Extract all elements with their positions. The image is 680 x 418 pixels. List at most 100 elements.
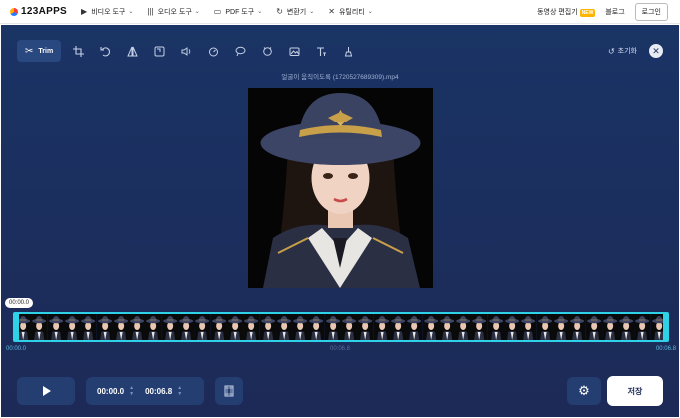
filmstrip-thumbnail (553, 314, 570, 340)
stabilize-icon[interactable] (256, 40, 278, 62)
trim-start-handle[interactable] (13, 312, 19, 342)
chevron-down-icon: ⌄ (257, 9, 263, 15)
trim-end-handle[interactable] (663, 312, 669, 342)
filmstrip-thumbnail (129, 314, 146, 340)
nav-video-tools[interactable]: ▶ 비디오 도구 ⌄ (81, 7, 133, 17)
timeline-start-label: 00:00.0 (6, 346, 27, 352)
filmstrip-thumbnail (161, 314, 178, 340)
video-icon: ▶ (81, 7, 88, 16)
loop-icon[interactable] (229, 40, 251, 62)
filmstrip-thumbnail (210, 314, 227, 340)
filmstrip-thumbnail (520, 314, 537, 340)
filmstrip-thumbnail (341, 314, 358, 340)
save-button[interactable]: 저장 (607, 376, 663, 406)
nav-converter[interactable]: ↻ 변환기 ⌄ (276, 7, 314, 17)
timeline-filmstrip[interactable] (15, 312, 667, 342)
nav-audio-tools[interactable]: ||| 오디오 도구 ⌄ (147, 7, 199, 17)
chevron-down-icon[interactable]: ▼ (177, 391, 182, 397)
reset-label: 초기화 (617, 48, 637, 55)
reset-icon: ↺ (607, 46, 615, 56)
nav-label: 오디오 도구 (157, 8, 192, 16)
nav-label: 변환기 (286, 8, 307, 16)
crop-icon[interactable] (67, 40, 89, 62)
volume-icon[interactable] (175, 40, 197, 62)
new-badge: NEW (579, 9, 596, 17)
filmstrip-thumbnail (357, 314, 374, 340)
filmstrip-thumbnail (275, 314, 292, 340)
filmstrip-thumbnail (487, 314, 504, 340)
audio-icon: ||| (147, 7, 154, 16)
video-preview (248, 88, 433, 288)
chevron-down-icon: ⌄ (128, 9, 134, 15)
start-time-stepper[interactable]: ▲ ▼ (129, 385, 134, 397)
convert-icon: ↻ (276, 7, 283, 16)
filmstrip-thumbnail (64, 314, 81, 340)
filmstrip-thumbnail (259, 314, 276, 340)
nav-utilities[interactable]: ✕ 유틸리티 ⌄ (328, 7, 373, 17)
end-time-stepper[interactable]: ▲ ▼ (177, 385, 182, 397)
filmstrip-thumbnail (406, 314, 423, 340)
scissors-icon: ✂ (25, 45, 34, 57)
filmstrip-thumbnail (145, 314, 162, 340)
chevron-down-icon: ⌄ (367, 9, 373, 15)
filmstrip-thumbnail (96, 314, 113, 340)
close-button[interactable]: ✕ (649, 44, 663, 58)
filmstrip-thumbnail (455, 314, 472, 340)
filmstrip-thumbnail (390, 314, 407, 340)
play-button[interactable] (17, 377, 75, 405)
nav-blog[interactable]: 블로그 (605, 7, 624, 17)
filmstrip-thumbnail (585, 314, 602, 340)
filmstrip-thumbnail (178, 314, 195, 340)
top-nav: 123APPS ▶ 비디오 도구 ⌄ ||| 오디오 도구 ⌄ ▭ PDF 도구… (0, 0, 680, 24)
filmstrip-thumbnail (601, 314, 618, 340)
rotate-icon[interactable] (94, 40, 116, 62)
filmstrip-thumbnail (324, 314, 341, 340)
close-icon: ✕ (652, 45, 660, 56)
playhead-time-tag: 00:00.0 (5, 298, 34, 308)
timeline-mid-label: 00:06.8 (330, 346, 351, 352)
split-mode-button[interactable] (215, 377, 243, 405)
pdf-icon: ▭ (213, 7, 222, 16)
filmstrip-thumbnail (227, 314, 244, 340)
editor-link-label: 동영상 편집기 (537, 9, 578, 16)
settings-button[interactable]: ⚙ (567, 377, 601, 405)
chevron-down-icon: ⌄ (309, 9, 315, 15)
editor-panel: ✂ Trim ↺ 초기화 ✕ 얼굴이 움직이도록 (1720527689309)… (1, 25, 679, 417)
trim-tool-button[interactable]: ✂ Trim (17, 40, 62, 62)
nav-label: PDF 도구 (225, 8, 255, 16)
chevron-down-icon[interactable]: ▼ (129, 391, 134, 397)
logo[interactable]: 123APPS (10, 6, 67, 17)
filmstrip-thumbnail (422, 314, 439, 340)
resize-icon[interactable] (148, 40, 170, 62)
editor-toolbar: ✂ Trim (17, 40, 364, 62)
filmstrip-thumbnail (438, 314, 455, 340)
play-icon (43, 386, 51, 396)
film-icon (224, 385, 234, 397)
login-button[interactable]: 로그인 (634, 3, 668, 21)
image-icon[interactable] (283, 40, 305, 62)
speed-icon[interactable] (202, 40, 224, 62)
filmstrip-thumbnail (112, 314, 129, 340)
watermark-icon[interactable] (337, 40, 359, 62)
trim-label: Trim (38, 47, 54, 55)
filmstrip-thumbnail (504, 314, 521, 340)
filmstrip-thumbnail (536, 314, 553, 340)
filmstrip-thumbnail (31, 314, 48, 340)
logo-icon (10, 7, 18, 16)
tools-icon: ✕ (328, 7, 335, 16)
nav-video-editor[interactable]: 동영상 편집기 NEW (537, 7, 596, 17)
nav-label: 비디오 도구 (91, 8, 126, 16)
flip-icon[interactable] (121, 40, 143, 62)
reset-button[interactable]: ↺ 초기화 (608, 46, 637, 56)
nav-pdf-tools[interactable]: ▭ PDF 도구 ⌄ (214, 7, 262, 17)
filmstrip-thumbnail (634, 314, 651, 340)
filmstrip-thumbnail (80, 314, 97, 340)
nav-label: 유틸리티 (338, 8, 365, 16)
filmstrip-thumbnail (47, 314, 64, 340)
text-icon[interactable] (310, 40, 332, 62)
filmstrip-thumbnail (194, 314, 211, 340)
logo-text: 123APPS (21, 6, 68, 17)
filmstrip-thumbnail (373, 314, 390, 340)
start-time-input[interactable]: 00:00.0 (97, 387, 124, 396)
end-time-input[interactable]: 00:06.8 (145, 387, 172, 396)
